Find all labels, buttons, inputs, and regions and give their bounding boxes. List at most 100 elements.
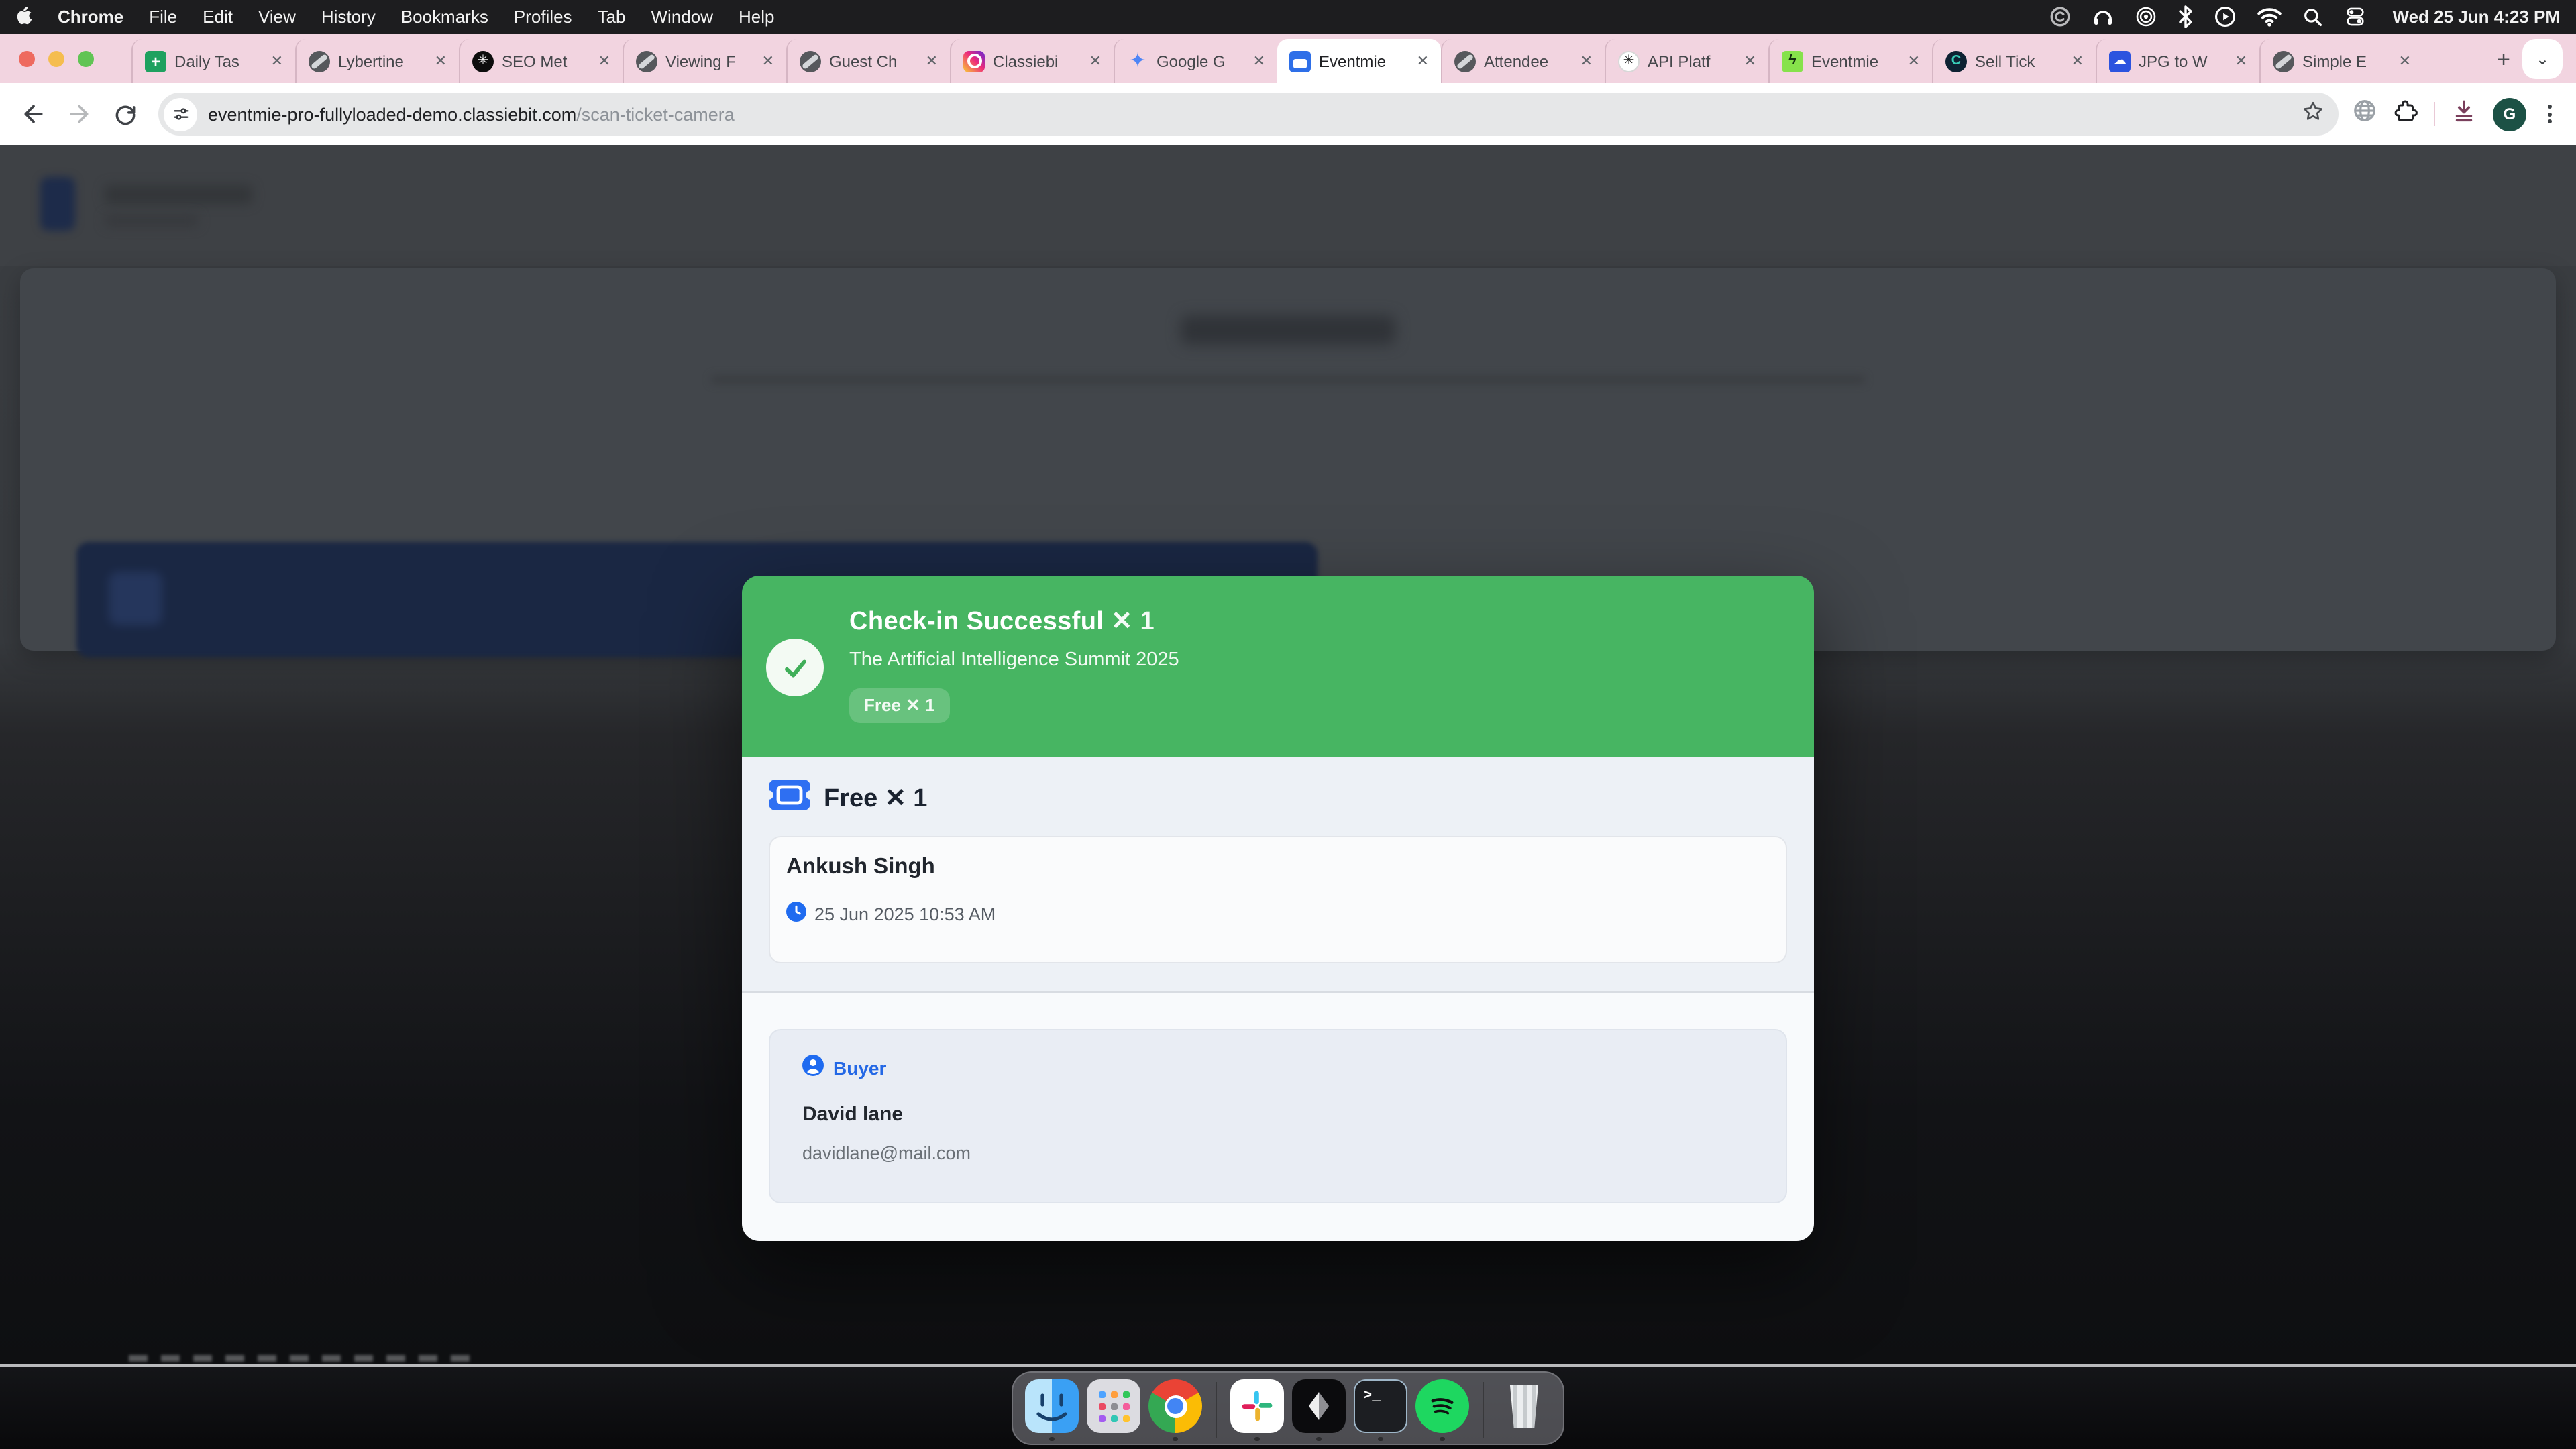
omnibox[interactable]: eventmie-pro-fullyloaded-demo.classiebit… [158, 93, 2339, 136]
menu-item[interactable]: Tab [598, 7, 626, 27]
dock-app-icon[interactable] [1292, 1379, 1346, 1433]
menu-item[interactable]: Window [651, 7, 714, 27]
back-button[interactable] [13, 94, 54, 134]
toolbar-separator [2434, 102, 2435, 126]
tab-favicon [1289, 50, 1311, 72]
tab-close-icon[interactable]: ✕ [2233, 51, 2250, 71]
menu-bar-clock[interactable]: Wed 25 Jun 4:23 PM [2393, 7, 2561, 27]
url-text[interactable]: eventmie-pro-fullyloaded-demo.classiebit… [208, 104, 2301, 124]
browser-tab[interactable]: SEO Met ✕ [459, 39, 623, 83]
bluetooth-icon[interactable] [2178, 5, 2194, 28]
tab-close-icon[interactable]: ✕ [1741, 51, 1759, 71]
tab-close-icon[interactable]: ✕ [1578, 51, 1595, 71]
chrome-menu-icon[interactable] [2542, 105, 2557, 123]
menu-item[interactable]: Chrome [58, 7, 123, 27]
checkin-count: ✕ 1 [1111, 608, 1155, 636]
browser-tab[interactable]: API Platf ✕ [1605, 39, 1768, 83]
dock-item[interactable]: >_ [1354, 1379, 1407, 1441]
dock-app-icon[interactable] [1230, 1379, 1284, 1433]
dock-item[interactable] [1497, 1379, 1551, 1441]
tab-close-icon[interactable]: ✕ [596, 51, 613, 71]
running-indicator [1050, 1436, 1055, 1441]
dock-item[interactable] [1292, 1379, 1346, 1441]
browser-tab[interactable]: JPG to W ✕ [2096, 39, 2259, 83]
menu-item[interactable]: View [258, 7, 296, 27]
tab-close-icon[interactable]: ✕ [1414, 51, 1432, 71]
control-center-icon[interactable] [2345, 5, 2367, 28]
buyer-label: Buyer [833, 1057, 886, 1078]
site-settings-icon[interactable] [164, 97, 197, 131]
dock-item[interactable] [1230, 1379, 1284, 1441]
reload-button[interactable] [105, 94, 145, 134]
adobe-creative-cloud-icon[interactable] [2049, 5, 2072, 28]
profile-avatar[interactable]: G [2493, 97, 2526, 131]
tab-close-icon[interactable]: ✕ [2396, 51, 2414, 71]
menu-item[interactable]: Profiles [514, 7, 572, 27]
headphones-icon[interactable] [2092, 5, 2115, 28]
dimmed-card-subline [711, 376, 1865, 384]
browser-tab[interactable]: Lybertine ✕ [295, 39, 459, 83]
menu-item[interactable]: Edit [203, 7, 233, 27]
podcast-icon[interactable] [2135, 5, 2158, 28]
dock-app-icon[interactable] [1497, 1379, 1551, 1433]
dock-separator [1216, 1382, 1217, 1438]
close-window-button[interactable] [19, 51, 35, 67]
dock-item[interactable] [1025, 1379, 1079, 1441]
browser-tab[interactable]: Simple E ✕ [2259, 39, 2423, 83]
spotlight-search-icon[interactable] [2303, 6, 2324, 28]
dock-app-icon[interactable] [1087, 1379, 1140, 1433]
dimmed-button-icon [109, 572, 162, 625]
browser-tab[interactable]: Eventmie ✕ [1277, 39, 1441, 83]
buyer-section: Buyer David lane davidlane@mail.com [742, 993, 1814, 1241]
download-icon[interactable] [2451, 98, 2477, 130]
menu-item[interactable]: Bookmarks [401, 7, 488, 27]
apple-menu-icon[interactable] [16, 6, 35, 28]
browser-tab[interactable]: Viewing F ✕ [623, 39, 786, 83]
tab-favicon [2109, 50, 2131, 72]
dock-item[interactable] [1415, 1379, 1469, 1441]
dock-item[interactable] [1087, 1379, 1140, 1441]
menu-item[interactable]: File [149, 7, 177, 27]
tab-close-icon[interactable]: ✕ [1250, 51, 1268, 71]
dock-app-icon[interactable] [1148, 1379, 1202, 1433]
play-circle-icon[interactable] [2214, 5, 2237, 28]
ticket-heading-label: Free ✕ 1 [824, 784, 927, 814]
minimize-window-button[interactable] [48, 51, 64, 67]
browser-tab[interactable]: Daily Tas ✕ [131, 39, 295, 83]
menu-item[interactable]: Help [739, 7, 775, 27]
chrome-tab-strip: Daily Tas ✕ Lybertine ✕ SEO Met ✕ [0, 34, 2576, 83]
browser-tab[interactable]: Classiebi ✕ [950, 39, 1114, 83]
tab-close-icon[interactable]: ✕ [268, 51, 286, 71]
tab-close-icon[interactable]: ✕ [1087, 51, 1104, 71]
tab-close-icon[interactable]: ✕ [759, 51, 777, 71]
event-name: The Artificial Intelligence Summit 2025 [849, 649, 1787, 671]
browser-tab[interactable]: Attendee ✕ [1441, 39, 1605, 83]
menu-bar-left: Chrome File Edit View History Bookmarks Profil… [16, 6, 775, 28]
dock-item[interactable] [1148, 1379, 1202, 1441]
tab-close-icon[interactable]: ✕ [1905, 51, 1923, 71]
browser-tab[interactable]: Sell Tick ✕ [1932, 39, 2096, 83]
ticket-section: Free ✕ 1 Ankush Singh 25 Jun 2025 10:53 … [742, 757, 1814, 991]
tab-close-icon[interactable]: ✕ [432, 51, 449, 71]
tab-close-icon[interactable]: ✕ [923, 51, 941, 71]
new-tab-button[interactable]: + [2485, 42, 2522, 79]
zoom-window-button[interactable] [78, 51, 94, 67]
success-check-icon [766, 639, 824, 696]
toolbar-actions: G [2352, 97, 2563, 131]
tab-close-icon[interactable]: ✕ [2069, 51, 2086, 71]
tab-label: SEO Met [502, 52, 588, 70]
browser-tab[interactable]: Eventmie ✕ [1768, 39, 1932, 83]
forward-button[interactable] [59, 94, 99, 134]
wifi-icon[interactable] [2257, 7, 2283, 27]
browser-tab[interactable]: Google G ✕ [1114, 39, 1277, 83]
menu-item[interactable]: History [321, 7, 376, 27]
dock-app-icon[interactable] [1415, 1379, 1469, 1433]
bookmark-star-icon[interactable] [2301, 99, 2325, 129]
globe-icon[interactable] [2352, 98, 2377, 130]
tab-list: Daily Tas ✕ Lybertine ✕ SEO Met ✕ [131, 34, 2479, 83]
browser-tab[interactable]: Guest Ch ✕ [786, 39, 950, 83]
extensions-icon[interactable] [2394, 99, 2418, 129]
dock-app-icon[interactable]: >_ [1354, 1379, 1407, 1433]
dock-app-icon[interactable] [1025, 1379, 1079, 1433]
tab-search-button[interactable]: ⌄ [2522, 39, 2563, 79]
